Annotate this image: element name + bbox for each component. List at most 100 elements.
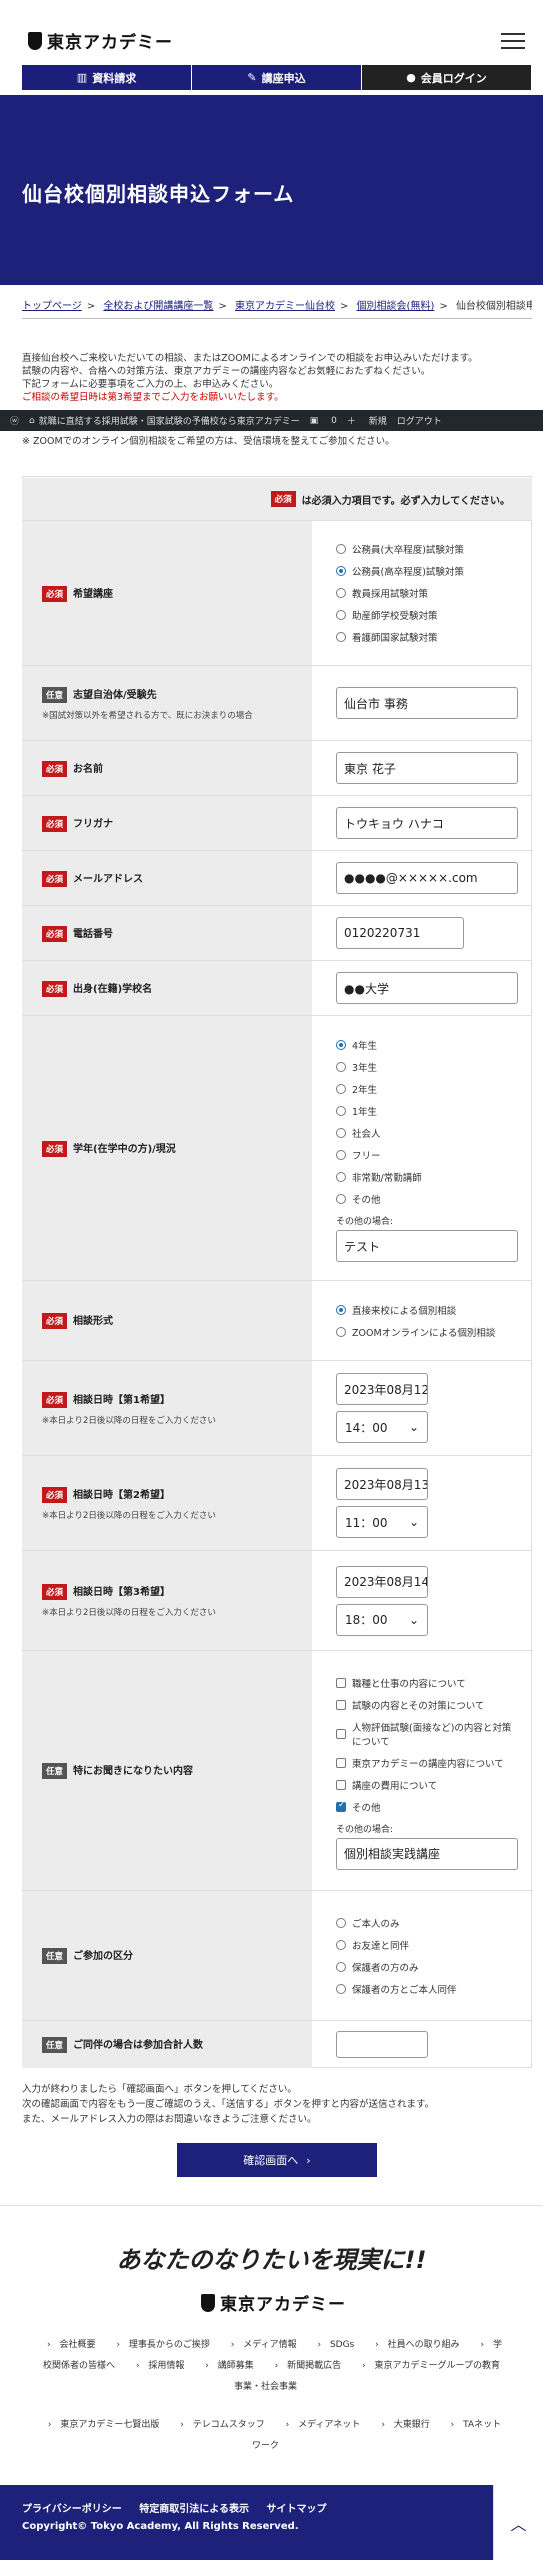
radio[interactable]	[336, 1194, 346, 1204]
checkbox[interactable]	[336, 1677, 346, 1688]
grade-option[interactable]: 1年生	[336, 1104, 518, 1118]
back-to-top-button[interactable]: ︿	[493, 2485, 543, 2560]
footer-link[interactable]: › 東京アカデミー七賢出版	[48, 2420, 165, 2430]
footer-link[interactable]: › メディア情報	[231, 2340, 303, 2350]
course-apply-button[interactable]: ✎ 講座申込	[192, 65, 362, 90]
course-option[interactable]: 看護師国家試験対策	[336, 630, 518, 644]
radio[interactable]	[336, 588, 346, 598]
brochure-request-button[interactable]: ▥ 資料請求	[22, 65, 192, 90]
date2-input[interactable]: 2023年08月13日	[336, 1468, 428, 1500]
attendance-option[interactable]: 保護者の方のみ	[336, 1960, 518, 1974]
logout-link[interactable]: ログアウト	[397, 414, 442, 427]
footer-link[interactable]: › 会社概要	[47, 2340, 101, 2350]
breadcrumb-top[interactable]: トップページ	[22, 301, 82, 312]
site-logo[interactable]: 東京アカデミー	[28, 28, 173, 53]
footer-link[interactable]: › 東京アカデミーグループの教育事業・社会事業	[234, 2361, 500, 2392]
grade-option[interactable]: 非常勤/常勤講師	[336, 1170, 518, 1184]
name-input[interactable]: 東京 花子	[336, 752, 518, 784]
member-login-button[interactable]: ● 会員ログイン	[362, 65, 532, 90]
radio[interactable]	[336, 544, 346, 554]
wordpress-icon[interactable]: ⓦ	[10, 414, 19, 427]
radio[interactable]	[336, 1084, 346, 1094]
checkbox[interactable]	[336, 1699, 346, 1710]
attendance-option[interactable]: ご本人のみ	[336, 1916, 518, 1930]
arrow-right-icon: ›	[306, 2153, 311, 2167]
footer-link[interactable]: › 理事長からのご挨拶	[116, 2340, 215, 2350]
format-option[interactable]: 直接来校による個別相談	[336, 1303, 518, 1317]
hamburger-menu-icon[interactable]	[501, 33, 525, 49]
date1-input[interactable]: 2023年08月12日	[336, 1373, 428, 1405]
topics-other-input[interactable]: 個別相談実践講座	[336, 1837, 518, 1870]
footer-link[interactable]: › テレコムスタッフ	[180, 2420, 270, 2430]
school-input[interactable]: ●●大学	[336, 972, 518, 1004]
radio[interactable]	[336, 1172, 346, 1182]
format-option[interactable]: ZOOMオンラインによる個別相談	[336, 1325, 518, 1339]
attendance-option[interactable]: お友達と同伴	[336, 1938, 518, 1952]
radio-selected[interactable]	[336, 566, 346, 576]
breadcrumb-consult[interactable]: 個別相談会(無料)	[357, 301, 435, 312]
radio-selected[interactable]	[336, 1304, 346, 1315]
time2-select[interactable]: 11：00 ⌄	[336, 1506, 428, 1538]
companions-input[interactable]	[336, 2031, 428, 2058]
breadcrumb-sendai[interactable]: 東京アカデミー仙台校	[235, 301, 335, 312]
topic-option[interactable]: 試験の内容とその対策について	[336, 1698, 518, 1712]
course-option[interactable]: 助産師学校受験対策	[336, 608, 518, 622]
footer-link[interactable]: › 新聞掲載広告	[275, 2361, 347, 2371]
topic-option[interactable]: 職種と仕事の内容について	[336, 1676, 518, 1690]
grade-option[interactable]: 4年生	[336, 1038, 518, 1052]
topic-option[interactable]: 人物評価試験(面接など)の内容と対策について	[336, 1720, 518, 1748]
radio[interactable]	[336, 1326, 346, 1337]
admin-site-link[interactable]: 就職に直結する採用試験・国家試験の予備校なら東京アカデミー	[39, 414, 300, 427]
grade-option[interactable]: 2年生	[336, 1082, 518, 1096]
course-option[interactable]: 公務員(高卒程度)試験対策	[336, 564, 518, 578]
footer-link[interactable]: › 社員への取り組み	[375, 2340, 465, 2350]
confirm-button[interactable]: 確認画面へ ›	[177, 2143, 377, 2177]
radio[interactable]	[336, 1983, 346, 1994]
course-option[interactable]: 教員採用試験対策	[336, 586, 518, 600]
radio[interactable]	[336, 1917, 346, 1928]
grade-other-input[interactable]: テスト	[336, 1230, 518, 1262]
radio[interactable]	[336, 632, 346, 642]
footer-link[interactable]: › SDGs	[317, 2340, 360, 2350]
checkbox[interactable]	[336, 1728, 346, 1739]
grade-option[interactable]: 3年生	[336, 1060, 518, 1074]
time3-select[interactable]: 18：00 ⌄	[336, 1603, 428, 1636]
furigana-input[interactable]: トウキョウ ハナコ	[336, 807, 518, 839]
checkbox-checked[interactable]	[336, 1800, 346, 1812]
radio[interactable]	[336, 1961, 346, 1972]
sitemap-link[interactable]: サイトマップ	[266, 2504, 326, 2515]
grade-option[interactable]: 社会人	[336, 1126, 518, 1140]
commerce-law-link[interactable]: 特定商取引法による表示	[139, 2504, 249, 2515]
radio[interactable]	[336, 1939, 346, 1950]
radio[interactable]	[336, 1106, 346, 1116]
municipality-input[interactable]: 仙台市 事務	[336, 687, 518, 719]
radio[interactable]	[336, 1062, 346, 1072]
comment-icon[interactable]: ▣ 0	[310, 416, 337, 426]
topic-option[interactable]: 東京アカデミーの講座内容について	[336, 1756, 518, 1770]
email-input[interactable]: ●●●●@×××××.com	[336, 862, 518, 894]
breadcrumb-schools[interactable]: 全校および開講講座一覧	[103, 301, 213, 312]
checkbox[interactable]	[336, 1757, 346, 1768]
footer-link[interactable]: › 大東銀行	[381, 2420, 435, 2430]
privacy-link[interactable]: プライバシーポリシー	[22, 2504, 122, 2515]
radio-selected[interactable]	[336, 1040, 346, 1050]
radio[interactable]	[336, 1128, 346, 1138]
footer-link[interactable]: › 講師募集	[205, 2361, 259, 2371]
radio[interactable]	[336, 1150, 346, 1160]
radio[interactable]	[336, 610, 346, 620]
label-sub: ※国試対策以外を希望される方で、既にお決まりの場合	[42, 710, 253, 721]
grade-option[interactable]: フリー	[336, 1148, 518, 1162]
topic-option[interactable]: 講座の費用について	[336, 1778, 518, 1792]
new-link[interactable]: ＋ 新規	[347, 414, 387, 427]
date3-input[interactable]: 2023年08月14日	[336, 1565, 428, 1598]
phone-input[interactable]: 0120220731	[336, 917, 464, 949]
grade-option[interactable]: その他	[336, 1192, 518, 1206]
footer-link[interactable]: › 採用情報	[136, 2361, 190, 2371]
topic-option[interactable]: その他	[336, 1800, 518, 1814]
course-option[interactable]: 公務員(大卒程度)試験対策	[336, 542, 518, 556]
time1-select[interactable]: 14：00 ⌄	[336, 1411, 428, 1443]
checkbox[interactable]	[336, 1779, 346, 1790]
footer-logo[interactable]: 東京アカデミー	[201, 2290, 346, 2315]
footer-link[interactable]: › メディアネット	[286, 2420, 367, 2430]
attendance-option[interactable]: 保護者の方とご本人同伴	[336, 1982, 518, 1996]
